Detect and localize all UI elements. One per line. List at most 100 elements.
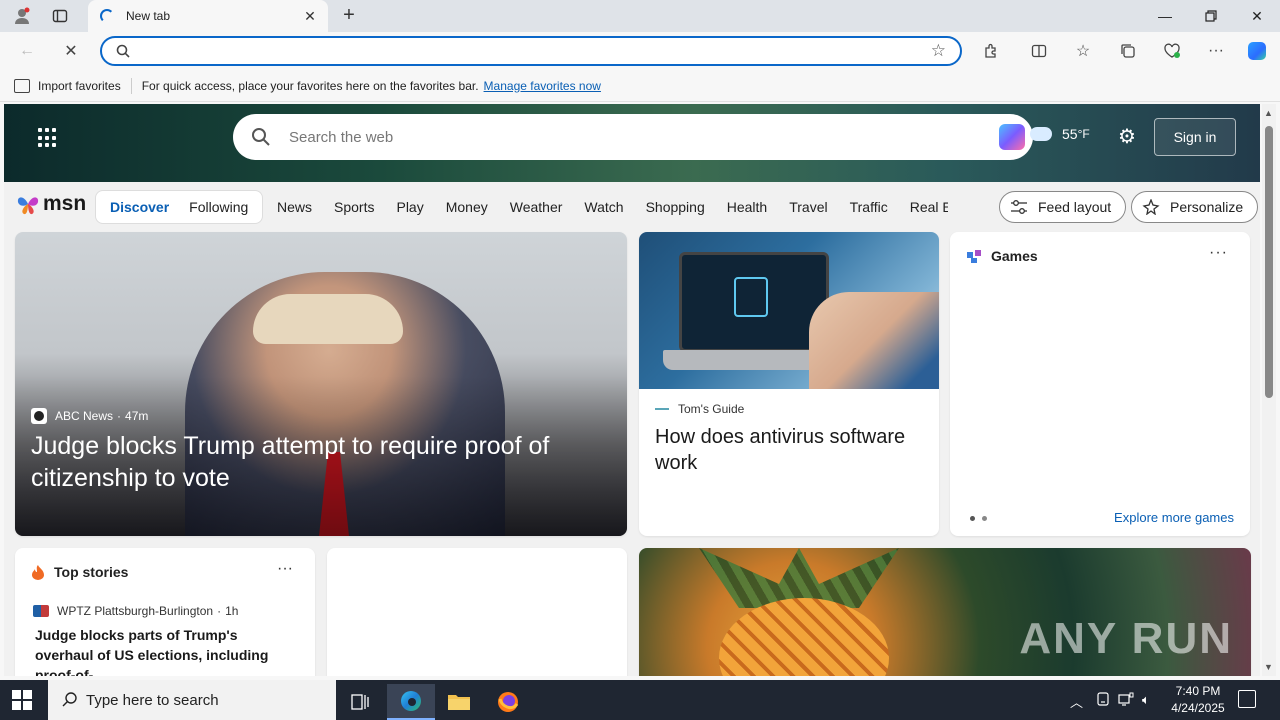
hero-source: ABC News · 47m bbox=[31, 408, 148, 424]
image-story-card[interactable]: ANY RUN bbox=[639, 548, 1251, 676]
show-hidden-icons-icon[interactable]: ︿ bbox=[1070, 692, 1083, 711]
new-tab-button[interactable]: + bbox=[338, 4, 360, 26]
category-watch[interactable]: Watch bbox=[573, 199, 634, 215]
page-scrollbar[interactable]: ▲ ▼ bbox=[1262, 104, 1276, 676]
tab-discover[interactable]: Discover bbox=[100, 199, 179, 215]
weather-widget[interactable]: 55 °F bbox=[1030, 126, 1090, 142]
file-explorer-icon[interactable] bbox=[435, 684, 483, 720]
hero-age: 47m bbox=[125, 409, 149, 423]
top-stories-card: Top stories ··· WPTZ Plattsburgh-Burling… bbox=[15, 548, 315, 676]
address-input[interactable] bbox=[138, 42, 928, 60]
weather-unit: °F bbox=[1077, 127, 1090, 141]
device-icon[interactable] bbox=[1096, 692, 1110, 709]
msn-logo[interactable]: msn bbox=[16, 192, 86, 216]
sparkle-star-icon bbox=[1142, 199, 1160, 215]
more-options-icon[interactable]: ··· bbox=[1203, 39, 1229, 63]
msn-logo-text: msn bbox=[43, 192, 87, 215]
favorites-icon[interactable]: ☆ bbox=[1070, 39, 1096, 63]
stop-loading-button[interactable]: ✕ bbox=[58, 39, 84, 63]
lock-icon bbox=[734, 277, 768, 317]
feed-tabs: Discover Following bbox=[95, 190, 264, 224]
scrollbar-thumb[interactable] bbox=[1265, 126, 1273, 398]
games-header: Games bbox=[966, 248, 1038, 264]
source-logo-icon bbox=[655, 408, 669, 410]
sign-in-button[interactable]: Sign in bbox=[1154, 118, 1236, 156]
settings-gear-icon[interactable]: ⚙ bbox=[1116, 126, 1138, 148]
loading-icon bbox=[100, 9, 114, 23]
taskbar-search-box[interactable]: Type here to search bbox=[48, 680, 336, 720]
carousel-dot[interactable] bbox=[970, 516, 975, 521]
tab-strip: New tab ✕ + — ✕ bbox=[0, 0, 1280, 32]
back-button[interactable]: ← bbox=[14, 39, 40, 63]
category-traffic[interactable]: Traffic bbox=[839, 199, 899, 215]
search-placeholder: Search the web bbox=[289, 129, 394, 146]
carousel-dot[interactable] bbox=[982, 516, 987, 521]
windows-start-icon[interactable] bbox=[12, 690, 32, 710]
category-play[interactable]: Play bbox=[385, 199, 434, 215]
volume-icon[interactable]: 🔈︎ bbox=[1142, 692, 1150, 708]
scroll-up-icon[interactable]: ▲ bbox=[1264, 108, 1273, 118]
web-search-box[interactable]: Search the web bbox=[233, 114, 1033, 160]
close-tab-icon[interactable]: ✕ bbox=[300, 6, 320, 26]
browser-essentials-icon[interactable] bbox=[1159, 39, 1185, 63]
msn-new-tab-page: Search the web 55 °F ⚙ Sign in msn Disco… bbox=[4, 104, 1260, 676]
hero-headline[interactable]: Judge blocks Trump attempt to require pr… bbox=[31, 430, 591, 494]
search-icon bbox=[116, 44, 130, 58]
manage-favorites-link[interactable]: Manage favorites now bbox=[484, 79, 601, 93]
copilot-search-icon[interactable] bbox=[999, 124, 1025, 150]
tab-following[interactable]: Following bbox=[179, 199, 258, 215]
top-story-headline[interactable]: Judge blocks parts of Trump's overhaul o… bbox=[35, 625, 295, 676]
category-travel[interactable]: Travel bbox=[778, 199, 838, 215]
notifications-icon[interactable] bbox=[1238, 690, 1256, 708]
category-money[interactable]: Money bbox=[435, 199, 499, 215]
story-headline[interactable]: How does antivirus software work bbox=[655, 424, 925, 476]
top-stories-header: Top stories bbox=[31, 564, 128, 580]
sliders-icon bbox=[1011, 200, 1027, 214]
edge-taskbar-icon[interactable] bbox=[387, 684, 435, 720]
extensions-icon[interactable] bbox=[978, 39, 1004, 63]
category-shopping[interactable]: Shopping bbox=[635, 199, 716, 215]
story-image-detail bbox=[719, 598, 889, 676]
scroll-down-icon[interactable]: ▼ bbox=[1264, 662, 1273, 672]
category-weather[interactable]: Weather bbox=[499, 199, 574, 215]
story-card[interactable]: Tom's Guide How does antivirus software … bbox=[639, 232, 939, 536]
copilot-icon[interactable] bbox=[1244, 39, 1270, 63]
search-icon bbox=[252, 128, 270, 146]
category-sports[interactable]: Sports bbox=[323, 199, 385, 215]
restore-button[interactable] bbox=[1188, 0, 1234, 32]
close-window-button[interactable]: ✕ bbox=[1234, 0, 1280, 32]
more-options-icon[interactable]: ··· bbox=[277, 560, 293, 578]
windows-taskbar: Type here to search ︿ 🔈︎ 7:40 PM 4/24/20… bbox=[0, 680, 1280, 720]
top-story-source-name: WPTZ Plattsburgh-Burlington bbox=[57, 604, 214, 618]
profile-icon[interactable] bbox=[10, 4, 34, 28]
story-source-name: Tom's Guide bbox=[678, 402, 745, 416]
top-story-age: 1h bbox=[225, 604, 239, 618]
minimize-button[interactable]: — bbox=[1142, 0, 1188, 32]
apps-launcher-icon[interactable] bbox=[38, 128, 58, 148]
browser-toolbar: ← ✕ ☆ ☆ ··· bbox=[0, 32, 1280, 70]
explore-more-games-link[interactable]: Explore more games bbox=[1114, 510, 1234, 525]
hero-story-card[interactable]: ABC News · 47m Judge blocks Trump attemp… bbox=[15, 232, 627, 536]
tab-actions-icon[interactable] bbox=[48, 4, 72, 28]
category-real-estate[interactable]: Real E bbox=[899, 199, 948, 215]
more-options-icon[interactable]: ··· bbox=[1209, 244, 1228, 262]
address-bar[interactable]: ☆ bbox=[100, 36, 962, 66]
weather-temperature: 55 bbox=[1062, 126, 1078, 142]
network-icon[interactable] bbox=[1118, 692, 1134, 709]
firefox-icon[interactable] bbox=[484, 684, 532, 720]
favorite-star-icon[interactable]: ☆ bbox=[931, 41, 946, 61]
personalize-button[interactable]: Personalize bbox=[1131, 191, 1259, 223]
system-clock[interactable]: 7:40 PM 4/24/2025 bbox=[1160, 683, 1236, 717]
feed-layout-button[interactable]: Feed layout bbox=[999, 191, 1127, 223]
wptz-logo-icon bbox=[33, 605, 49, 617]
msn-nav-row: msn Discover Following News Sports Play … bbox=[4, 182, 1260, 232]
category-news[interactable]: News bbox=[266, 199, 323, 215]
loading-card bbox=[327, 548, 627, 676]
split-screen-icon[interactable] bbox=[1026, 39, 1052, 63]
collections-icon[interactable] bbox=[1115, 39, 1141, 63]
task-view-icon[interactable] bbox=[336, 684, 384, 720]
tab-new-tab[interactable]: New tab ✕ bbox=[88, 0, 328, 32]
import-favorites-button[interactable]: Import favorites bbox=[14, 78, 121, 93]
category-health[interactable]: Health bbox=[716, 199, 778, 215]
msn-butterfly-icon bbox=[17, 197, 39, 215]
